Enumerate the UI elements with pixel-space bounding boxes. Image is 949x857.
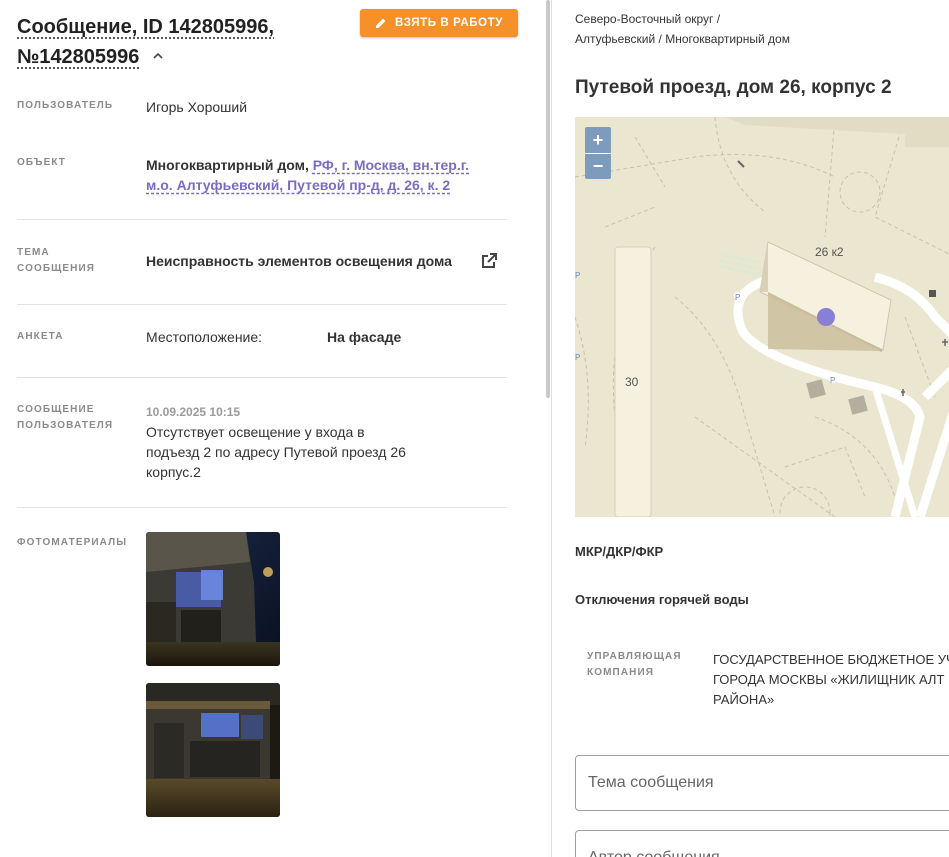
topic-input[interactable]: Тема сообщения — [575, 755, 949, 811]
message-date: 10.09.2025 10:15 — [146, 405, 241, 419]
photos-label: ФОТОМАТЕРИАЛЫ — [17, 537, 128, 548]
pencil-icon — [375, 18, 386, 28]
divider — [17, 219, 507, 220]
map-canvas: P P P P 26 к2 30 — [575, 117, 949, 517]
survey-answer: На фасаде — [327, 329, 402, 345]
object-label: ОБЪЕКТ — [17, 157, 67, 168]
zoom-in-button[interactable]: + — [585, 127, 611, 153]
author-input[interactable]: Автор сообщения — [575, 830, 949, 857]
svg-text:P: P — [830, 376, 835, 385]
map[interactable]: P P P P 26 к2 30 + − — [575, 117, 949, 517]
message-details-panel: Сообщение, ID 142805996, №142805996 ВЗЯТ… — [0, 0, 548, 857]
breadcrumb-line-1[interactable]: Северо-Восточный округ / — [575, 9, 790, 29]
user-label: ПОЛЬЗОВАТЕЛЬ — [17, 100, 114, 111]
divider — [17, 304, 507, 305]
external-link-icon[interactable] — [479, 251, 499, 271]
divider — [17, 377, 507, 378]
breadcrumb: Северо-Восточный округ / Алтуфьевский / … — [575, 9, 790, 49]
survey-label: АНКЕТА — [17, 331, 64, 342]
object-value: Многоквартирный дом, РФ, г. Москва, вн.т… — [146, 155, 496, 195]
topic-input-placeholder: Тема сообщения — [588, 774, 714, 791]
night-facade-photo — [146, 683, 280, 817]
message-label: СООБЩЕНИЕ ПОЛЬЗОВАТЕЛЯ — [17, 404, 114, 431]
survey-question: Местоположение: — [146, 329, 263, 345]
breadcrumb-line-2[interactable]: Алтуфьевский / Многоквартирный дом — [575, 29, 790, 49]
divider — [17, 507, 507, 508]
building-label-side: 30 — [625, 375, 639, 389]
topic-value: Неисправность элементов освещения дома — [146, 253, 452, 269]
take-to-work-button[interactable]: ВЗЯТЬ В РАБОТУ — [360, 9, 518, 37]
topic-label: ТЕМА СООБЩЕНИЯ — [17, 247, 96, 274]
object-type: Многоквартирный дом, — [146, 157, 309, 173]
building-label-main: 26 к2 — [815, 245, 844, 259]
photo-thumbnail[interactable] — [146, 532, 280, 666]
page-title[interactable]: Сообщение, ID 142805996, №142805996 — [17, 12, 347, 72]
location-marker[interactable] — [817, 308, 835, 326]
management-value: ГОСУДАРСТВЕННОЕ БЮДЖЕТНОЕ УЧ ГОРОДА МОСК… — [713, 652, 949, 707]
message-text: Отсутствует освещение у входа в подъезд … — [146, 424, 406, 480]
svg-text:P: P — [575, 271, 580, 280]
page-title-text: Сообщение, ID 142805996, №142805996 — [17, 16, 275, 68]
zoom-out-button[interactable]: − — [585, 153, 611, 179]
author-input-placeholder: Автор сообщения — [588, 849, 720, 857]
take-to-work-label: ВЗЯТЬ В РАБОТУ — [394, 17, 504, 29]
photo-thumbnail[interactable] — [146, 683, 280, 817]
zoom-control: + − — [585, 127, 611, 179]
left-scrollbar[interactable] — [546, 0, 550, 398]
management-label: УПРАВЛЯЮЩАЯ КОМПАНИЯ — [587, 651, 682, 678]
chevron-up-icon[interactable] — [153, 51, 163, 61]
object-address-title: Путевой проезд, дом 26, корпус 2 — [575, 77, 892, 98]
svg-text:P: P — [575, 353, 580, 362]
svg-text:P: P — [735, 293, 740, 302]
mkr-section[interactable]: МКР/ДКР/ФКР — [575, 544, 663, 559]
object-info-panel: Северо-Восточный округ / Алтуфьевский / … — [552, 0, 949, 857]
hot-water-section[interactable]: Отключения горячей воды — [575, 592, 749, 607]
night-entrance-photo — [146, 532, 280, 666]
user-value: Игорь Хороший — [146, 99, 248, 115]
